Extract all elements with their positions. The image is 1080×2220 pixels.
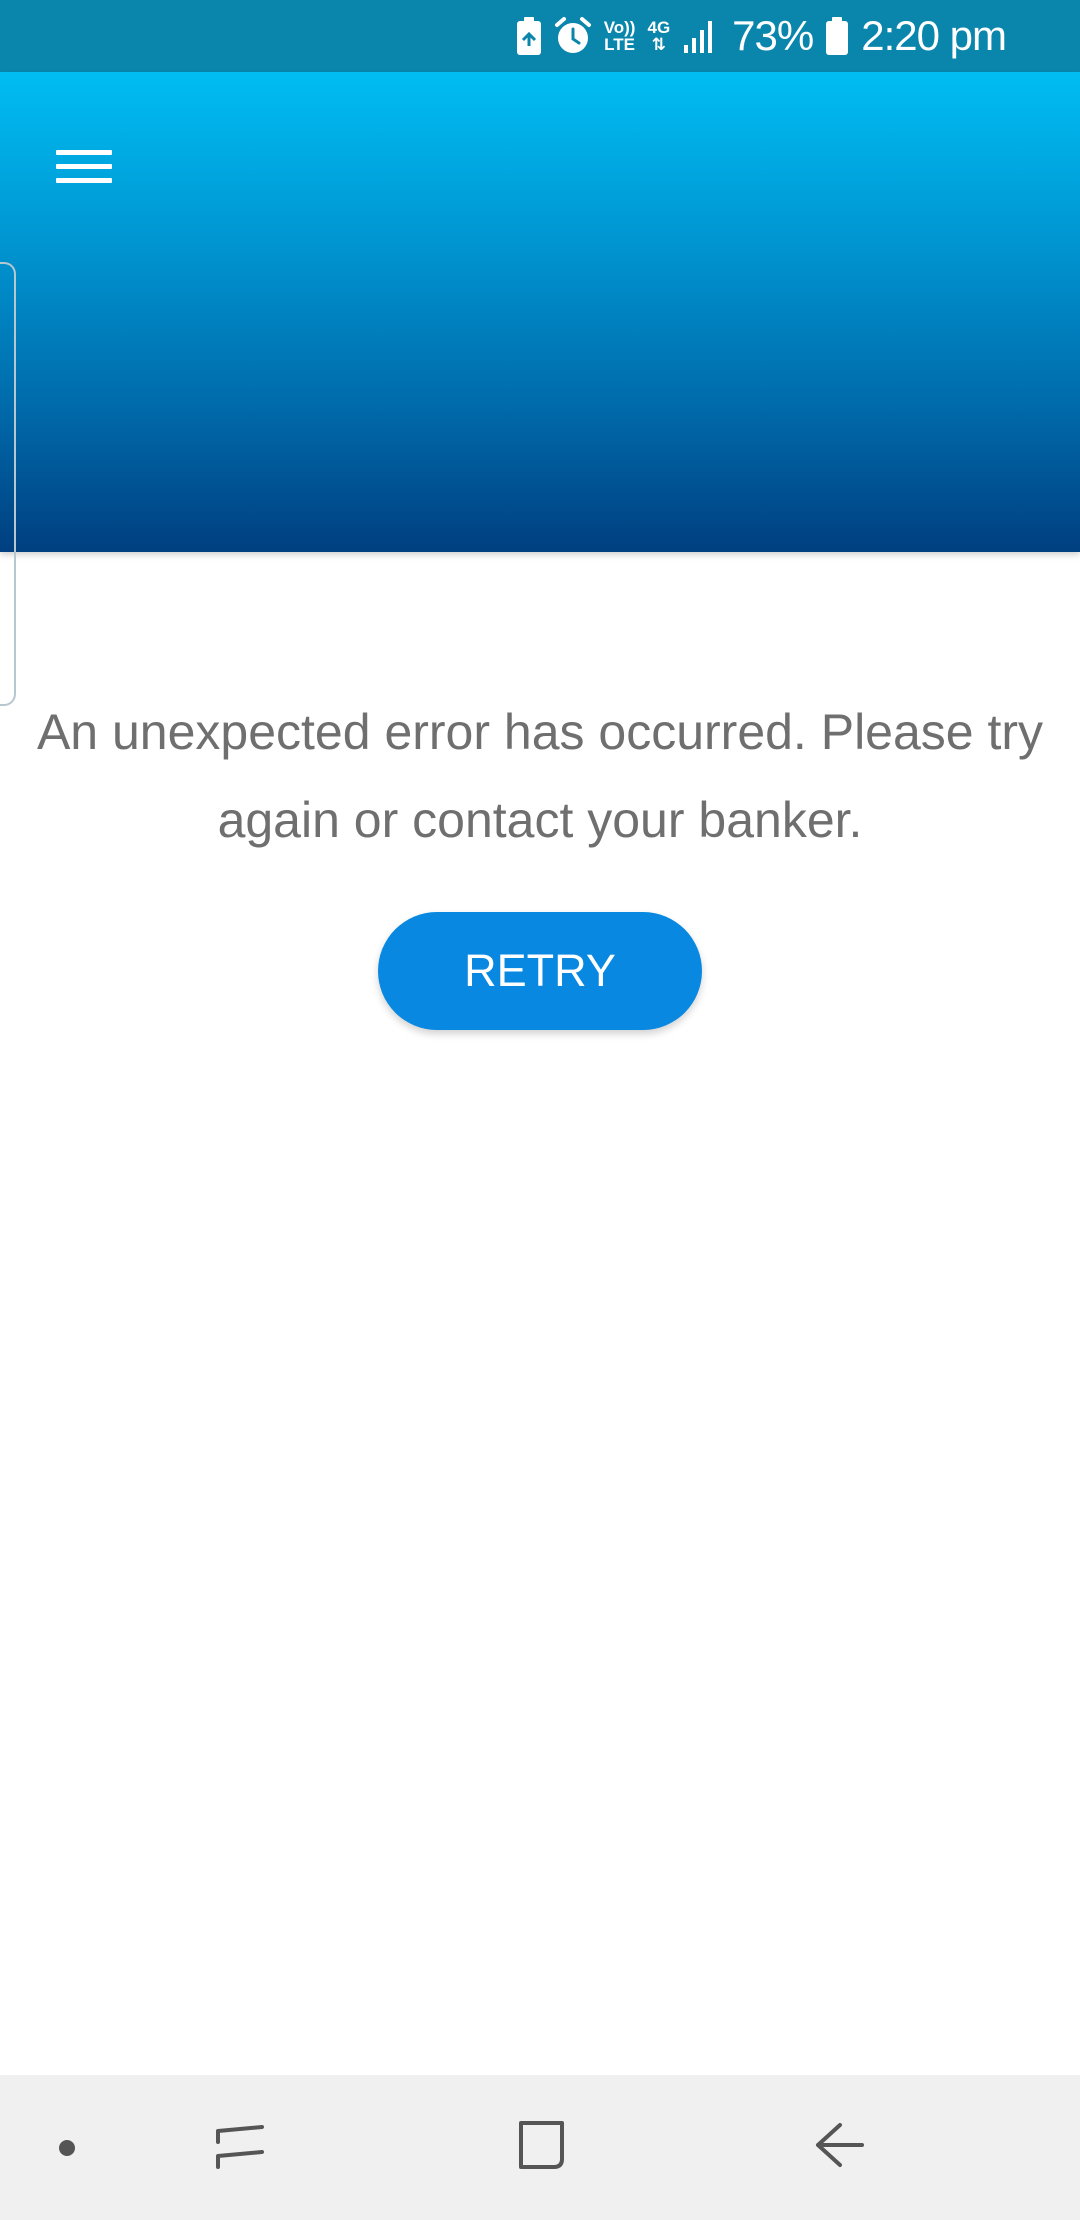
- recent-apps-icon: [212, 2117, 268, 2178]
- hamburger-menu-icon: [56, 141, 112, 192]
- battery-percent: 73%: [732, 12, 814, 59]
- volte-bottom-label: LTE: [604, 35, 636, 54]
- volte-icon: Vo)) LTE: [604, 19, 636, 53]
- status-bar: Vo)) LTE 4G ⇅ 73% 2:20 pm: [0, 0, 1080, 72]
- signal-icon: [682, 17, 720, 55]
- back-icon: [812, 2117, 868, 2178]
- nav-dot-button[interactable]: [30, 2075, 104, 2220]
- clock-time: 2:20 pm: [861, 12, 1007, 59]
- home-button[interactable]: [490, 2075, 590, 2220]
- error-message: An unexpected error has occurred. Please…: [0, 688, 1080, 864]
- status-icons: Vo)) LTE 4G ⇅ 73% 2:20 pm: [516, 0, 1007, 72]
- alarm-icon: [554, 16, 592, 56]
- dot-icon: [59, 2139, 75, 2156]
- data-arrows-glyph: ⇅: [651, 35, 666, 54]
- edge-panel-handle[interactable]: [0, 262, 16, 706]
- menu-button[interactable]: [40, 122, 128, 210]
- battery-saver-icon: [516, 16, 542, 56]
- retry-button[interactable]: RETRY: [378, 912, 702, 1030]
- app-header: [0, 72, 1080, 552]
- navigation-bar: [0, 2075, 1080, 2220]
- home-icon: [512, 2117, 568, 2178]
- network-4g-icon: 4G ⇅: [647, 19, 670, 53]
- recent-apps-button[interactable]: [190, 2075, 290, 2220]
- back-button[interactable]: [790, 2075, 890, 2220]
- error-message-line-2: again or contact your banker.: [217, 792, 863, 848]
- error-message-line-1: An unexpected error has occurred. Please…: [36, 704, 1044, 760]
- battery-icon: [825, 16, 849, 56]
